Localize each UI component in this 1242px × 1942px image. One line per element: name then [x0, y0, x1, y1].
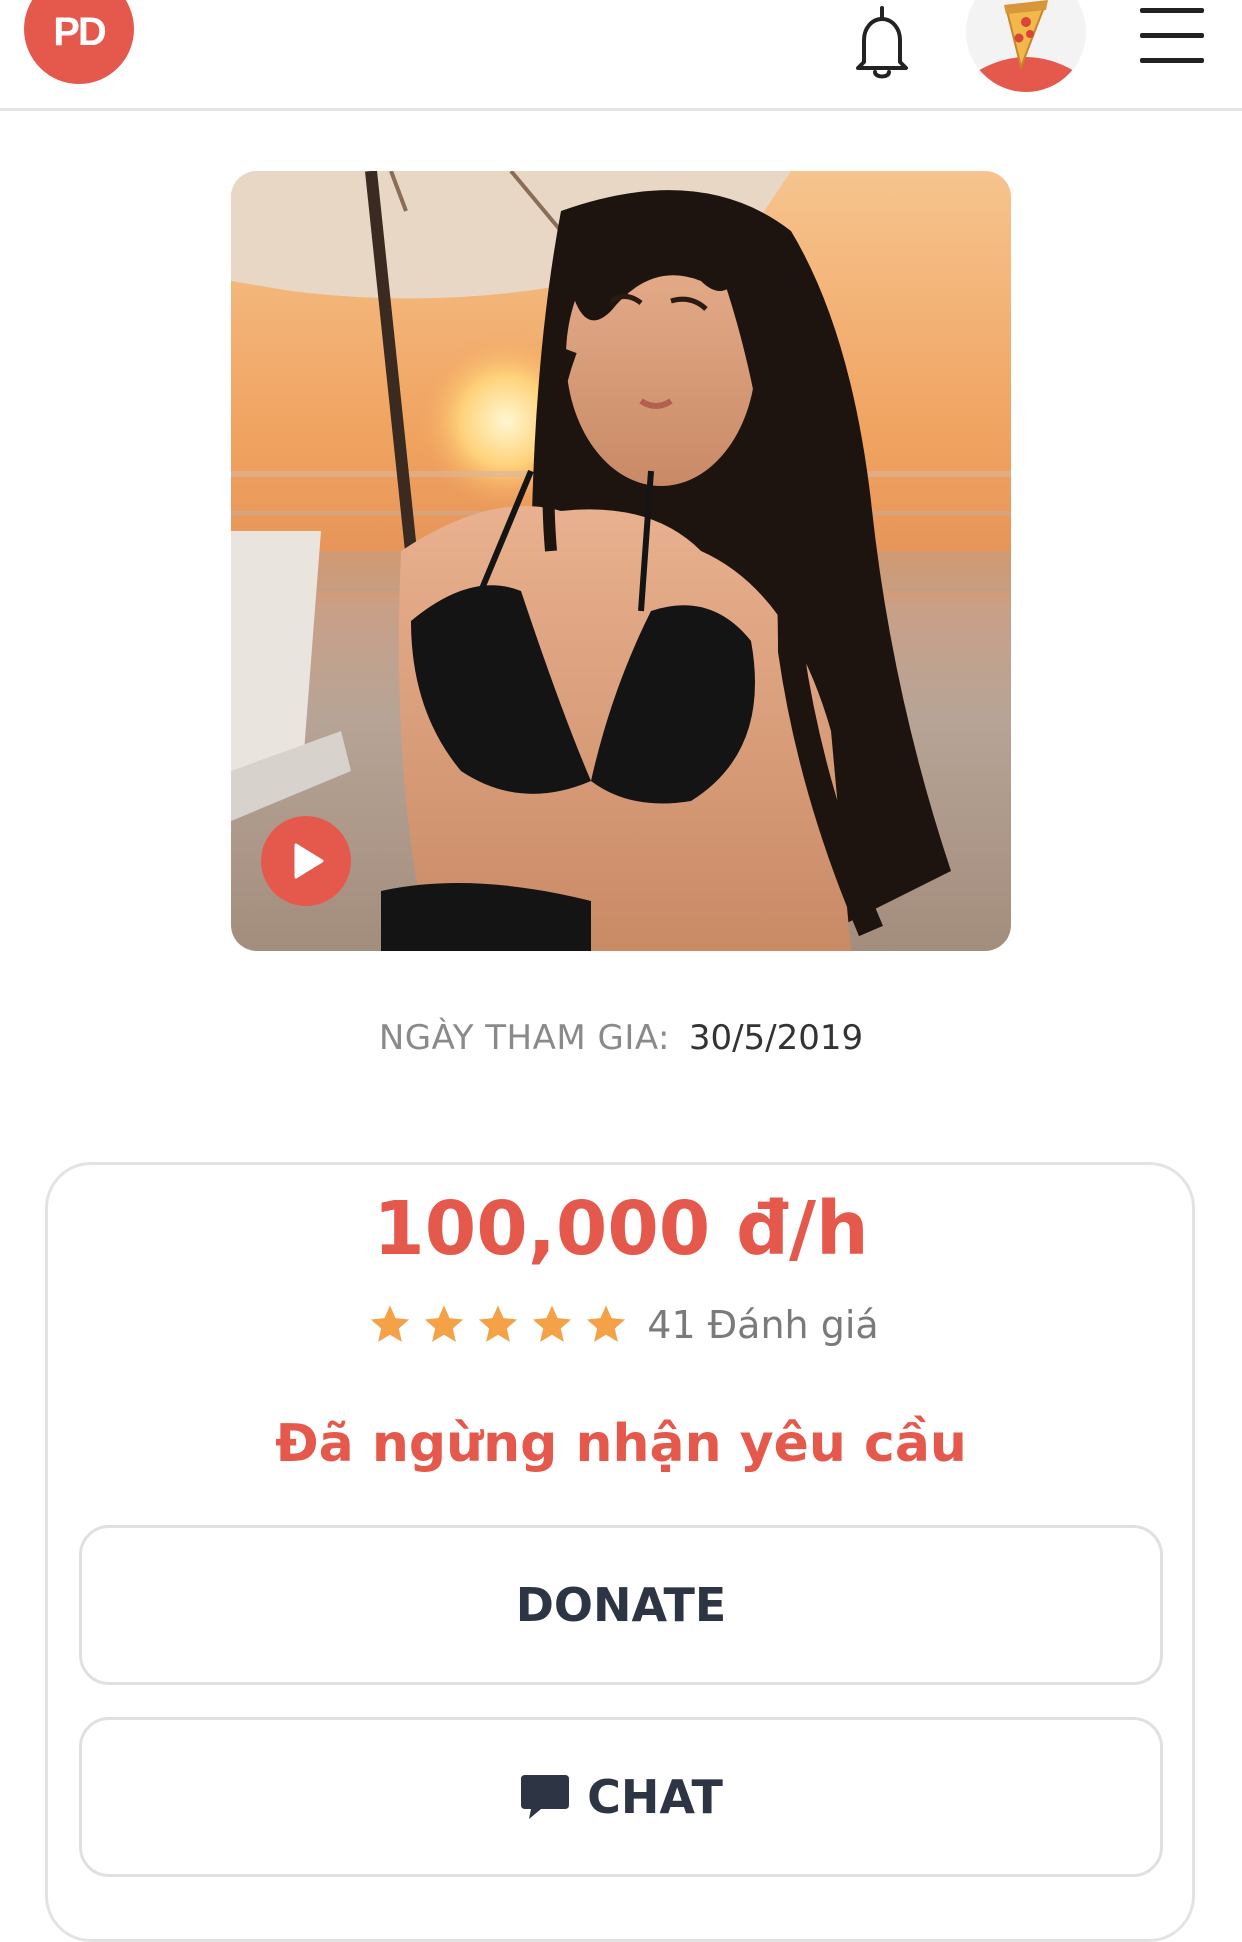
star-icon	[587, 1305, 626, 1342]
join-date-row: NGÀY THAM GIA: 30/5/2019	[0, 1018, 1242, 1058]
review-count[interactable]: 41 Đánh giá	[647, 1303, 878, 1347]
star-icon	[371, 1305, 410, 1342]
donate-button-label: DONATE	[515, 1578, 727, 1632]
star-icon	[533, 1305, 572, 1342]
chat-button[interactable]: CHAT	[79, 1717, 1163, 1877]
star-icon	[479, 1305, 518, 1342]
pd-logo[interactable]: PD	[24, 0, 134, 84]
profile-photo[interactable]	[231, 171, 1011, 951]
rating-row: 41 Đánh giá	[0, 1302, 1242, 1348]
logo-text: PD	[53, 9, 107, 54]
star-rating	[363, 1302, 633, 1348]
bell-icon[interactable]	[842, 2, 922, 82]
donate-button[interactable]: DONATE	[79, 1525, 1163, 1685]
play-video-button[interactable]	[261, 816, 351, 906]
user-avatar[interactable]	[966, 0, 1086, 92]
play-icon	[294, 843, 324, 879]
top-header: PD	[0, 0, 1242, 111]
chat-button-label: CHAT	[587, 1770, 723, 1824]
chat-bubble-icon	[521, 1775, 570, 1819]
star-icon	[425, 1305, 464, 1342]
join-date-value: 30/5/2019	[688, 1018, 864, 1058]
hourly-price: 100,000 đ/h	[373, 1186, 869, 1272]
availability-status: Đã ngừng nhận yêu cầu	[275, 1414, 967, 1474]
hamburger-menu-icon[interactable]	[1140, 8, 1204, 64]
join-date-label: NGÀY THAM GIA:	[378, 1018, 671, 1058]
